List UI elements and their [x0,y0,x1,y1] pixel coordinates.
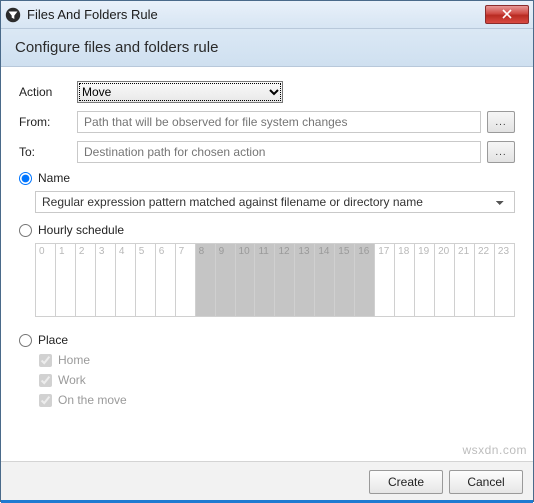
hour-cell-17[interactable]: 17 [374,243,394,317]
place-item: Home [39,353,515,367]
hour-cell-19[interactable]: 19 [414,243,434,317]
action-label: Action [19,85,77,99]
hour-number: 15 [338,246,349,257]
hour-cell-8[interactable]: 8 [195,243,215,317]
place-list: Home Work On the move [39,353,515,407]
from-browse-button[interactable]: ... [487,111,515,133]
hour-number: 19 [418,246,429,257]
place-radio[interactable] [19,334,32,347]
hour-cell-23[interactable]: 23 [494,243,515,317]
hour-cell-20[interactable]: 20 [434,243,454,317]
place-item: On the move [39,393,515,407]
hour-number: 4 [119,246,125,257]
hour-number: 8 [199,246,205,257]
hour-cell-6[interactable]: 6 [155,243,175,317]
hour-number: 16 [358,246,369,257]
to-label: To: [19,145,77,159]
hour-number: 9 [219,246,225,257]
dialog-content: Action Move From: ... To: ... Name Hourl… [9,73,525,455]
hourly-radio[interactable] [19,224,32,237]
dialog-footer: Create Cancel [1,461,533,501]
hour-cell-18[interactable]: 18 [394,243,414,317]
hour-cell-7[interactable]: 7 [175,243,195,317]
hour-number: 21 [458,246,469,257]
place-label: Work [58,373,86,387]
to-input[interactable] [77,141,481,163]
close-icon [502,7,512,22]
hourly-radio-label: Hourly schedule [38,223,124,237]
filter-icon [5,7,21,23]
hour-number: 14 [318,246,329,257]
place-label: On the move [58,393,127,407]
hour-cell-22[interactable]: 22 [474,243,494,317]
place-checkbox[interactable] [39,354,52,367]
create-button[interactable]: Create [369,470,443,494]
from-label: From: [19,115,77,129]
pattern-select[interactable] [35,191,515,213]
hour-number: 11 [258,246,268,257]
hour-number: 3 [99,246,105,257]
hour-number: 22 [478,246,489,257]
hour-cell-3[interactable]: 3 [95,243,115,317]
hour-number: 5 [139,246,145,257]
hour-cell-10[interactable]: 10 [235,243,255,317]
place-checkbox[interactable] [39,394,52,407]
hour-number: 23 [498,246,509,257]
name-radio[interactable] [19,172,32,185]
hour-number: 7 [179,246,185,257]
hour-number: 18 [398,246,409,257]
hour-number: 20 [438,246,449,257]
place-checkbox[interactable] [39,374,52,387]
hour-cell-9[interactable]: 9 [215,243,235,317]
hour-number: 1 [59,246,65,257]
hour-number: 12 [278,246,289,257]
hour-number: 6 [159,246,165,257]
window-title: Files And Folders Rule [27,7,485,22]
cancel-button[interactable]: Cancel [449,470,523,494]
place-label: Home [58,353,90,367]
hour-cell-11[interactable]: 11 [254,243,274,317]
dialog-subtitle: Configure files and folders rule [1,29,533,67]
hour-cell-15[interactable]: 15 [334,243,354,317]
hour-number: 10 [239,246,250,257]
hour-cell-12[interactable]: 12 [274,243,294,317]
dialog-window: Files And Folders Rule Configure files a… [0,0,534,502]
place-radio-label: Place [38,333,68,347]
hour-number: 0 [39,246,45,257]
hours-grid[interactable]: 01234567891011121314151617181920212223 [35,243,515,317]
hour-cell-5[interactable]: 5 [135,243,155,317]
place-item: Work [39,373,515,387]
hour-number: 17 [378,246,389,257]
from-input[interactable] [77,111,481,133]
name-radio-label: Name [38,171,70,185]
hour-cell-1[interactable]: 1 [55,243,75,317]
title-bar: Files And Folders Rule [1,1,533,29]
hour-cell-0[interactable]: 0 [35,243,55,317]
hour-cell-2[interactable]: 2 [75,243,95,317]
hour-cell-13[interactable]: 13 [294,243,314,317]
hour-cell-16[interactable]: 16 [354,243,374,317]
hour-cell-4[interactable]: 4 [115,243,135,317]
hour-cell-14[interactable]: 14 [314,243,334,317]
action-select[interactable]: Move [77,81,283,103]
hour-number: 13 [298,246,309,257]
to-browse-button[interactable]: ... [487,141,515,163]
hour-cell-21[interactable]: 21 [454,243,474,317]
hour-number: 2 [79,246,85,257]
close-button[interactable] [485,5,529,24]
